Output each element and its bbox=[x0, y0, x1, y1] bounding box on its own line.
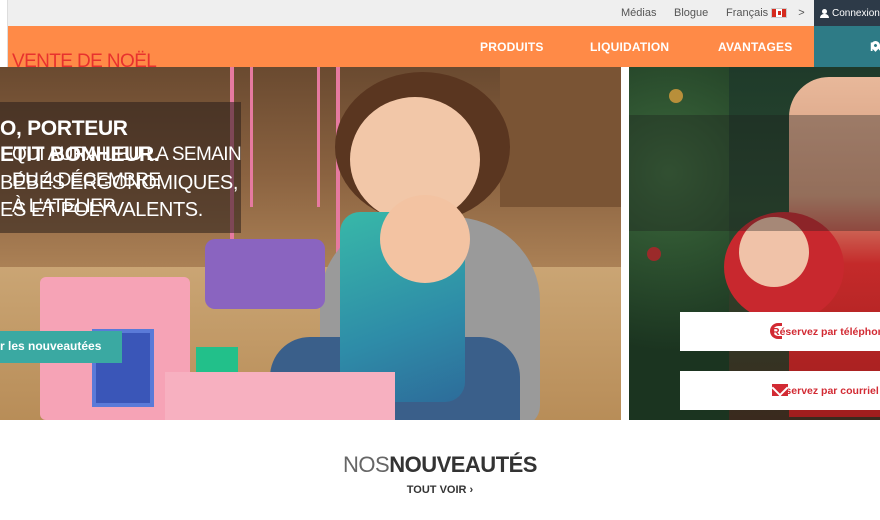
section-title-bold: NOUVEAUTÉS bbox=[389, 452, 537, 477]
nav-item-liquidation[interactable]: LIQUIDATION bbox=[590, 40, 669, 54]
canada-flag-icon bbox=[771, 8, 788, 18]
envelope-icon bbox=[772, 384, 788, 396]
promo-line-3: À L'ATELIER bbox=[12, 196, 116, 217]
chevron-right-icon: > bbox=[798, 7, 805, 19]
store-locator-button[interactable]: Po bbox=[814, 26, 880, 67]
promo-title: VENTE DE NOËL bbox=[12, 51, 157, 72]
nav-item-produits[interactable]: PRODUITS bbox=[480, 40, 544, 54]
book-by-phone-label: Réservez par téléphone bbox=[772, 325, 880, 338]
see-all-link[interactable]: TOUT VOIR › bbox=[0, 484, 880, 496]
phone-icon bbox=[770, 323, 782, 339]
christmas-sale-banner[interactable] bbox=[629, 67, 880, 420]
user-icon bbox=[820, 9, 829, 18]
medias-link[interactable]: Médias bbox=[621, 7, 656, 19]
book-by-phone-button[interactable]: Réservez par téléphone bbox=[680, 312, 880, 351]
language-selector[interactable]: Français > bbox=[726, 7, 805, 19]
section-title: NOSNOUVEAUTÉS bbox=[0, 452, 880, 478]
language-label: Français bbox=[726, 7, 769, 19]
blog-link[interactable]: Blogue bbox=[674, 7, 708, 19]
login-button[interactable]: Connexion bbox=[814, 0, 880, 26]
section-title-light: NOS bbox=[343, 452, 390, 477]
book-by-email-button[interactable]: Réservez par courriel bbox=[680, 371, 880, 410]
login-label: Connexion bbox=[832, 7, 880, 19]
promo-line-2: DU 4 DÉCEMBRE bbox=[12, 170, 161, 191]
promo-line-1: QUI AURA LIEU LA SEMAIN bbox=[12, 144, 242, 165]
top-bar: Médias Blogue Français > Connexion bbox=[0, 0, 880, 67]
see-new-products-button[interactable]: r les nouveautées bbox=[0, 331, 122, 363]
nav-item-avantages[interactable]: AVANTAGES bbox=[718, 40, 792, 54]
logo-edge[interactable] bbox=[0, 0, 8, 67]
book-by-email-label: Réservez par courriel bbox=[772, 384, 879, 397]
